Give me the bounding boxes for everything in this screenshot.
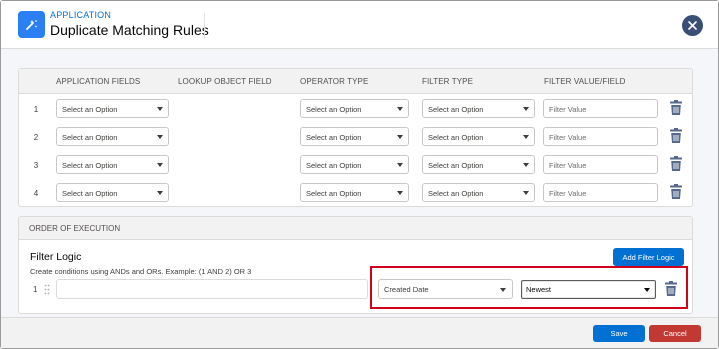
- table-row: 4 Select an Option Select an Option Sele…: [19, 180, 692, 208]
- modal-footer: Save Cancel: [1, 317, 718, 348]
- page-title: Duplicate Matching Rules: [50, 22, 209, 38]
- section-header: ORDER OF EXECUTION: [19, 217, 692, 240]
- row-number: 1: [33, 105, 39, 114]
- row-number: 2: [33, 133, 39, 142]
- table-row: 2 Select an Option Select an Option Sele…: [19, 124, 692, 152]
- select-value: Select an Option: [62, 189, 118, 198]
- select-value: Select an Option: [62, 105, 118, 114]
- select-value: Select an Option: [306, 133, 362, 142]
- divider: [204, 13, 205, 39]
- chevron-down-icon: [397, 135, 403, 139]
- operator-type-select[interactable]: Select an Option: [300, 99, 409, 118]
- trash-icon[interactable]: [669, 128, 683, 144]
- select-value: Select an Option: [306, 161, 362, 170]
- chevron-down-icon: [523, 191, 529, 195]
- sort-field-select[interactable]: Created Date: [378, 279, 513, 299]
- trash-icon[interactable]: [664, 281, 678, 297]
- column-header: LOOKUP OBJECT FIELD: [178, 77, 272, 86]
- select-value: Select an Option: [62, 133, 118, 142]
- application-field-select[interactable]: Select an Option: [56, 127, 169, 146]
- filter-type-select[interactable]: Select an Option: [422, 127, 535, 146]
- chevron-down-icon: [397, 191, 403, 195]
- chevron-down-icon: [523, 163, 529, 167]
- section-title: ORDER OF EXECUTION: [29, 224, 121, 233]
- column-header: FILTER VALUE/FIELD: [544, 77, 626, 86]
- filter-logic-input[interactable]: [56, 279, 368, 299]
- trash-icon[interactable]: [669, 100, 683, 116]
- trash-icon[interactable]: [669, 156, 683, 172]
- chevron-down-icon: [644, 288, 650, 292]
- row-number: 1: [33, 285, 38, 294]
- input-placeholder: Filter Value: [549, 105, 587, 114]
- select-value: Select an Option: [428, 189, 484, 198]
- select-value: Select an Option: [428, 161, 484, 170]
- column-header: FILTER TYPE: [422, 77, 474, 86]
- input-placeholder: Filter Value: [549, 189, 587, 198]
- chevron-down-icon: [523, 135, 529, 139]
- chevron-down-icon: [157, 135, 163, 139]
- chevron-down-icon: [157, 107, 163, 111]
- add-filter-logic-button[interactable]: Add Filter Logic: [613, 248, 684, 266]
- operator-type-select[interactable]: Select an Option: [300, 155, 409, 174]
- cancel-button[interactable]: Cancel: [649, 325, 701, 342]
- chevron-down-icon: [523, 107, 529, 111]
- input-placeholder: Filter Value: [549, 133, 587, 142]
- filter-value-input[interactable]: Filter Value: [543, 127, 658, 146]
- chevron-down-icon: [157, 191, 163, 195]
- filter-logic-description: Create conditions using ANDs and ORs. Ex…: [30, 267, 252, 276]
- select-value: Select an Option: [306, 105, 362, 114]
- operator-type-select[interactable]: Select an Option: [300, 183, 409, 202]
- chevron-down-icon: [397, 107, 403, 111]
- column-header: OPERATOR TYPE: [300, 77, 369, 86]
- rules-icon: [18, 11, 45, 38]
- modal-header: APPLICATION Duplicate Matching Rules: [1, 1, 718, 49]
- chevron-down-icon: [397, 163, 403, 167]
- application-field-select[interactable]: Select an Option: [56, 99, 169, 118]
- row-number: 3: [33, 161, 39, 170]
- input-placeholder: Filter Value: [549, 161, 587, 170]
- app-label: APPLICATION: [50, 10, 112, 20]
- select-value: Select an Option: [306, 189, 362, 198]
- row-number: 4: [33, 189, 39, 198]
- select-value: Select an Option: [62, 161, 118, 170]
- filter-type-select[interactable]: Select an Option: [422, 183, 535, 202]
- close-button[interactable]: [682, 15, 703, 36]
- chevron-down-icon: [157, 163, 163, 167]
- table-row: 3 Select an Option Select an Option Sele…: [19, 152, 692, 180]
- select-value: Select an Option: [428, 105, 484, 114]
- filter-value-input[interactable]: Filter Value: [543, 183, 658, 202]
- application-field-select[interactable]: Select an Option: [56, 155, 169, 174]
- modal: APPLICATION Duplicate Matching Rules APP…: [0, 0, 719, 349]
- select-value: Select an Option: [428, 133, 484, 142]
- table-header: APPLICATION FIELDS LOOKUP OBJECT FIELD O…: [19, 69, 692, 94]
- trash-icon[interactable]: [669, 184, 683, 200]
- filter-type-select[interactable]: Select an Option: [422, 155, 535, 174]
- close-icon: [688, 21, 697, 30]
- table-row: 1 Select an Option Select an Option Sele…: [19, 96, 692, 124]
- select-value: Created Date: [384, 285, 429, 294]
- application-field-select[interactable]: Select an Option: [56, 183, 169, 202]
- sort-order-select[interactable]: Newest: [521, 280, 656, 299]
- filter-logic-title: Filter Logic: [30, 251, 82, 263]
- filter-value-input[interactable]: Filter Value: [543, 99, 658, 118]
- chevron-down-icon: [500, 288, 506, 292]
- filter-type-select[interactable]: Select an Option: [422, 99, 535, 118]
- column-header: APPLICATION FIELDS: [56, 77, 141, 86]
- select-value: Newest: [526, 285, 552, 294]
- save-button[interactable]: Save: [593, 325, 645, 342]
- rules-table: APPLICATION FIELDS LOOKUP OBJECT FIELD O…: [18, 68, 693, 207]
- operator-type-select[interactable]: Select an Option: [300, 127, 409, 146]
- filter-value-input[interactable]: Filter Value: [543, 155, 658, 174]
- drag-handle-icon[interactable]: [44, 284, 50, 295]
